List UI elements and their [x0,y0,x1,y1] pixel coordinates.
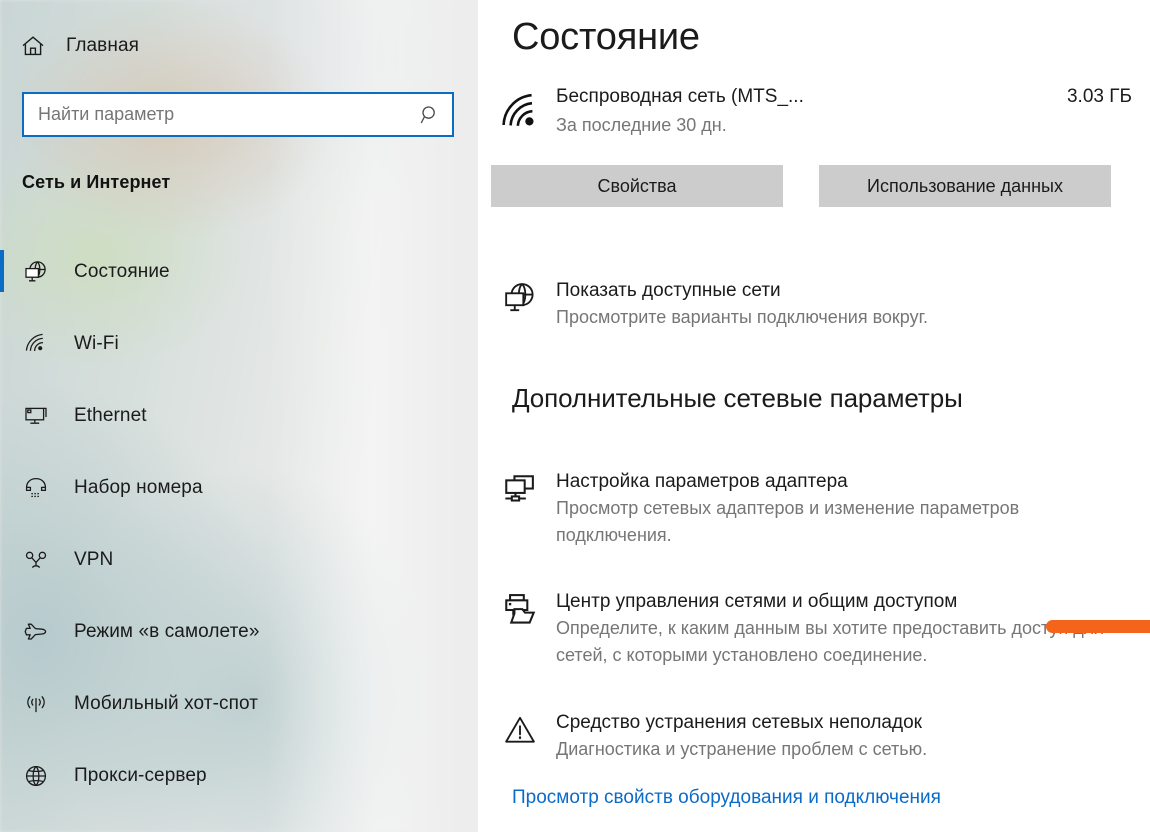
warning-triangle-icon [492,709,548,763]
hardware-properties-link[interactable]: Просмотр свойств оборудования и подключе… [512,787,941,809]
entry-title: Показать доступные сети [556,280,781,301]
network-troubleshooter-entry[interactable]: Средство устранения сетевых неполадок Ди… [492,709,1117,763]
entry-title: Настройка параметров адаптера [556,471,848,492]
adapter-icon [492,468,548,549]
search-input[interactable] [24,104,408,125]
sharing-center-icon [492,588,548,669]
sidebar-item-label: Режим «в самолете» [74,621,260,642]
settings-sidebar: Главная Сеть и Интернет [0,0,478,832]
entry-title: Центр управления сетями и общим доступом [556,591,958,612]
hotspot-icon [18,691,54,717]
wifi-signal-icon [492,84,546,138]
entry-title: Средство устранения сетевых неполадок [556,712,922,733]
category-heading: Сеть и Интернет [22,172,171,192]
dial-up-icon [18,475,54,501]
sidebar-item-label: Мобильный хот-спот [74,693,259,714]
sidebar-item-proxy[interactable]: Прокси-сервер [0,752,478,800]
sidebar-item-label: Wi-Fi [74,333,119,354]
network-status-icon [18,259,54,285]
sidebar-item-dialup[interactable]: Набор номера [0,464,478,512]
section-heading: Дополнительные сетевые параметры [512,383,963,413]
wifi-icon [18,331,54,357]
ethernet-icon [18,403,54,429]
entry-description: Просмотр сетевых адаптеров и изменение п… [556,498,1020,545]
show-available-networks-entry[interactable]: Показать доступные сети Просмотрите вари… [492,277,1117,331]
data-usage-button[interactable]: Использование данных [819,165,1111,207]
connection-name: Беспроводная сеть (MTS_... [556,86,804,107]
settings-window: Главная Сеть и Интернет [0,0,1150,832]
home-icon [16,33,50,59]
sidebar-item-label: Состояние [74,261,170,282]
main-content: Состояние Беспроводная сеть (MTS_... За … [478,0,1150,832]
network-sharing-center-entry[interactable]: Центр управления сетями и общим доступом… [492,588,1117,669]
entry-description: Определите, к каким данным вы хотите пре… [556,618,1104,665]
network-status-icon [492,277,548,331]
globe-icon [18,763,54,789]
sidebar-item-ethernet[interactable]: Ethernet [0,392,478,440]
sidebar-item-label: VPN [74,549,114,570]
entry-description: Просмотрите варианты подключения вокруг. [556,307,928,327]
sidebar-item-label: Набор номера [74,477,203,498]
sidebar-item-status[interactable]: Состояние [0,248,478,296]
airplane-icon [18,619,54,645]
home-button[interactable]: Главная [0,22,420,70]
data-usage-value: 3.03 ГБ [1066,86,1132,107]
vpn-icon [18,547,54,573]
sidebar-item-mobile-hotspot[interactable]: Мобильный хот-спот [0,680,478,728]
page-title: Состояние [512,16,700,58]
connection-summary: Беспроводная сеть (MTS_... За последние … [492,84,1132,138]
sidebar-item-airplane-mode[interactable]: Режим «в самолете» [0,608,478,656]
search-box[interactable] [22,92,454,137]
sidebar-item-wifi[interactable]: Wi-Fi [0,320,478,368]
entry-description: Диагностика и устранение проблем с сетью… [556,739,928,759]
home-label: Главная [66,35,140,56]
search-icon[interactable] [408,94,452,135]
sidebar-item-vpn[interactable]: VPN [0,536,478,584]
connection-subtitle: За последние 30 дн. [556,115,727,135]
properties-button[interactable]: Свойства [491,165,783,207]
sidebar-item-label: Ethernet [74,405,147,426]
sidebar-item-label: Прокси-сервер [74,765,207,786]
sidebar-nav: Состояние Wi-Fi Ethernet Набор номера VP… [0,248,478,824]
connection-actions: Свойства Использование данных [491,165,1111,207]
adapter-settings-entry[interactable]: Настройка параметров адаптера Просмотр с… [492,468,1117,549]
